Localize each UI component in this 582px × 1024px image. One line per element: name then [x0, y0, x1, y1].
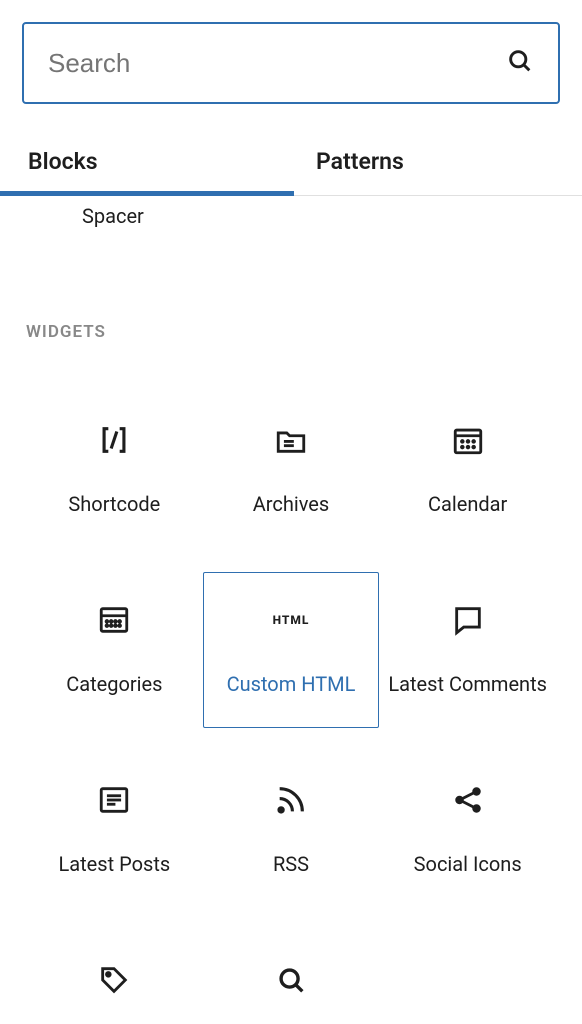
- custom-html-icon: HTML: [274, 603, 308, 637]
- search-block-icon: [274, 963, 308, 997]
- block-item-tag-cloud[interactable]: Tag Cloud: [26, 932, 203, 1024]
- block-item-categories[interactable]: Categories: [26, 572, 203, 728]
- rss-icon: [274, 783, 308, 817]
- archives-icon: [274, 423, 308, 457]
- tabs: Blocks Patterns: [0, 134, 582, 196]
- tag-cloud-icon: [97, 963, 131, 997]
- tab-patterns[interactable]: Patterns: [294, 134, 582, 195]
- block-item-latest-posts[interactable]: Latest Posts: [26, 752, 203, 908]
- categories-icon: [97, 603, 131, 637]
- block-label: Latest Comments: [388, 671, 547, 698]
- block-item-search[interactable]: Search: [203, 932, 380, 1024]
- shortcode-icon: [97, 423, 131, 457]
- latest-posts-icon: [97, 783, 131, 817]
- block-item-shortcode[interactable]: Shortcode: [26, 392, 203, 548]
- block-inserter-panel: { "search": { "placeholder": "Search", "…: [0, 0, 582, 1024]
- block-list-scroll: Spacer WIDGETS Shortcode Archives: [0, 196, 582, 1024]
- block-item-custom-html[interactable]: HTML Custom HTML: [203, 572, 380, 728]
- block-item-archives[interactable]: Archives: [203, 392, 380, 548]
- calendar-icon: [451, 423, 485, 457]
- latest-comments-icon: [451, 603, 485, 637]
- social-icons-icon: [451, 783, 485, 817]
- widgets-grid: Shortcode Archives Cal: [26, 392, 556, 1024]
- block-item-latest-comments[interactable]: Latest Comments: [379, 572, 556, 728]
- section-title-widgets: WIDGETS: [26, 322, 556, 342]
- block-label: RSS: [273, 851, 309, 878]
- block-item-calendar[interactable]: Calendar: [379, 392, 556, 548]
- tab-blocks[interactable]: Blocks: [0, 134, 294, 195]
- block-item-rss[interactable]: RSS: [203, 752, 380, 908]
- search-box[interactable]: [22, 22, 560, 104]
- block-label: Shortcode: [68, 491, 160, 518]
- search-container: [0, 0, 582, 114]
- block-label: Custom HTML: [227, 671, 356, 698]
- block-label: Categories: [66, 671, 162, 698]
- block-item-social-icons[interactable]: Social Icons: [379, 752, 556, 908]
- block-label: Archives: [253, 491, 329, 518]
- block-label: Calendar: [428, 491, 507, 518]
- search-input[interactable]: [48, 48, 506, 79]
- block-label: Latest Posts: [58, 851, 170, 878]
- search-icon: [506, 47, 534, 79]
- block-item-spacer-label: Spacer: [26, 196, 556, 228]
- html-badge: HTML: [273, 613, 310, 627]
- block-label: Social Icons: [414, 851, 522, 878]
